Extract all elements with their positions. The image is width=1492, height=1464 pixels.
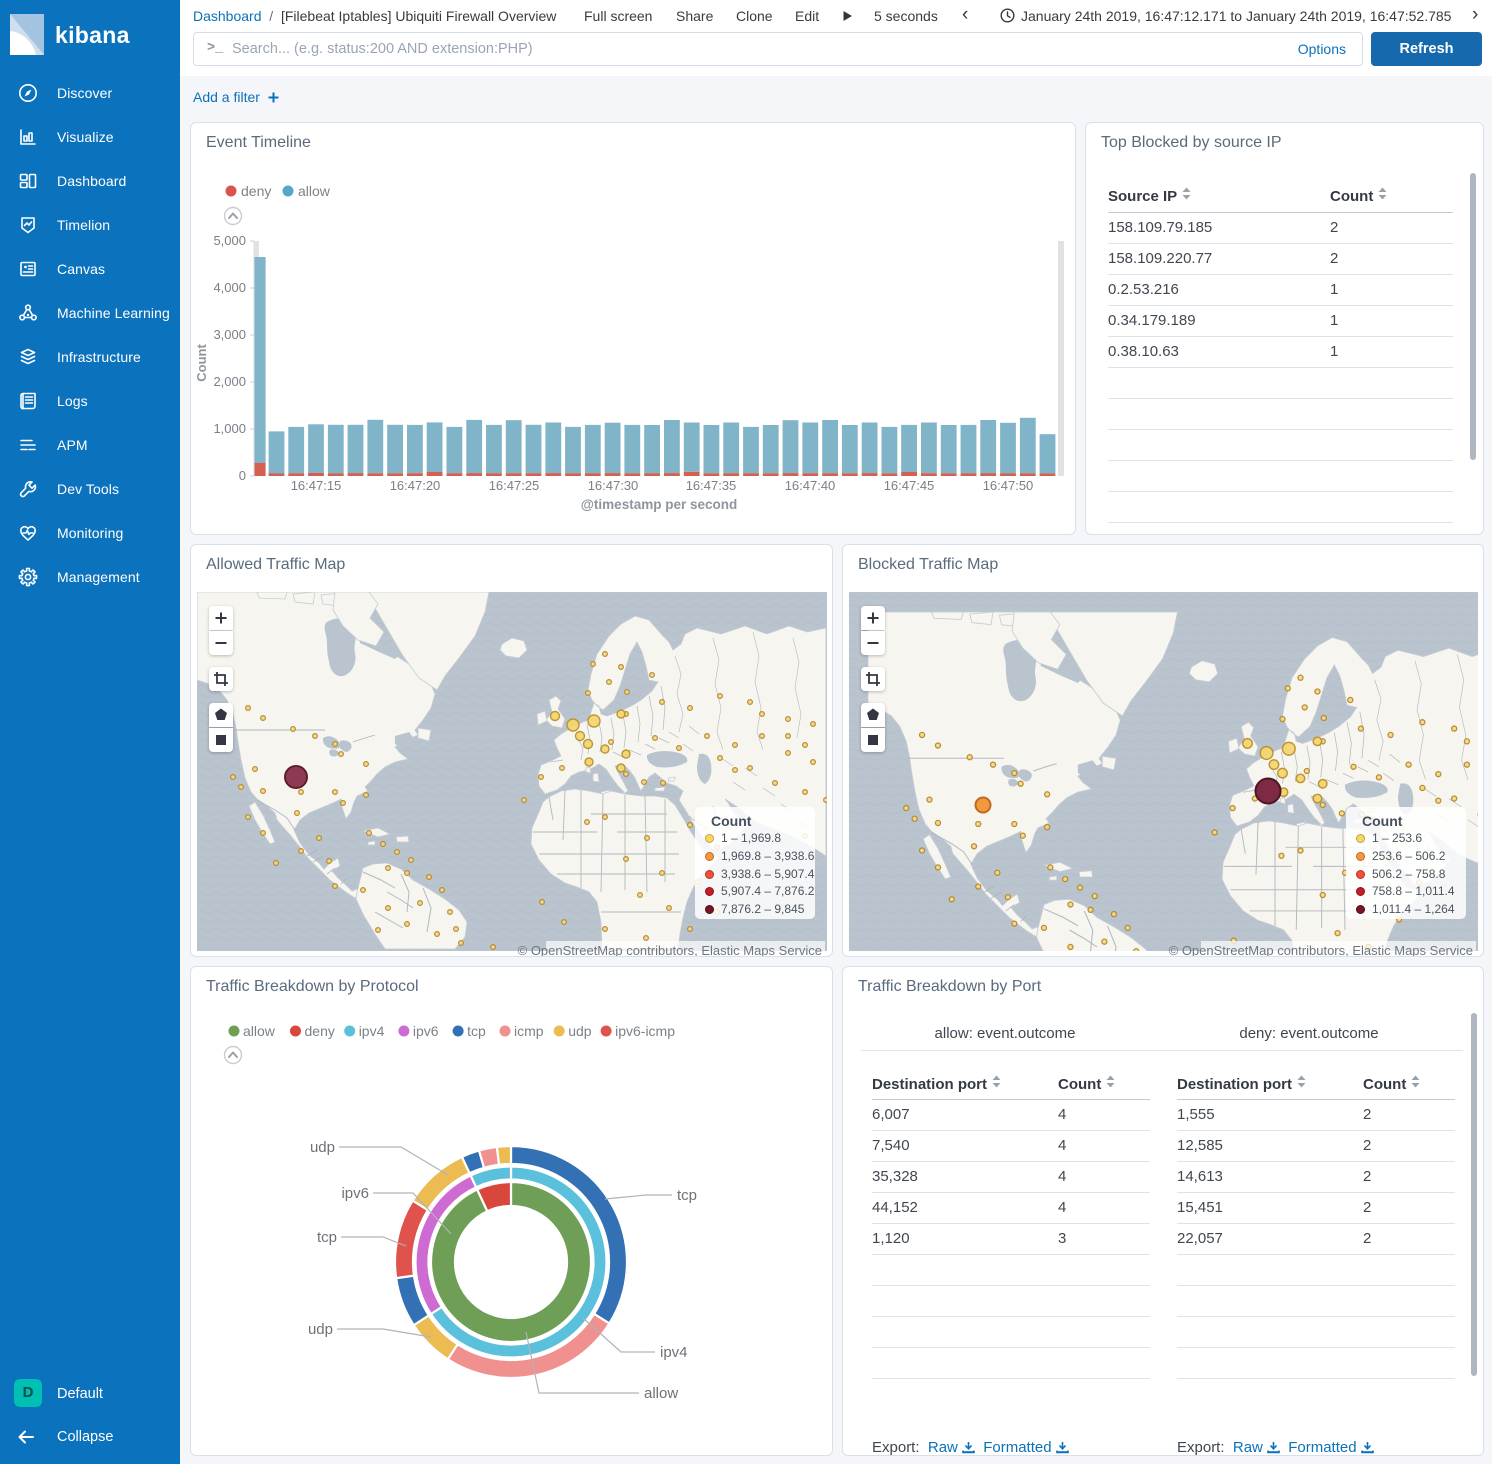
svg-text:allow: allow [243,1023,276,1039]
svg-text:tcp: tcp [677,1187,697,1204]
svg-text:tcp: tcp [317,1229,337,1246]
svg-text:udp: udp [310,1139,335,1156]
svg-text:3,000: 3,000 [213,327,246,342]
svg-text:Count: Count [194,344,209,382]
svg-text:16:47:20: 16:47:20 [390,478,441,493]
svg-text:5,000: 5,000 [213,233,246,248]
svg-text:1,000: 1,000 [213,421,246,436]
svg-text:ipv6-icmp: ipv6-icmp [615,1023,675,1039]
svg-text:udp: udp [568,1023,592,1039]
svg-text:16:47:40: 16:47:40 [785,478,836,493]
svg-text:udp: udp [308,1321,333,1338]
svg-text:16:47:25: 16:47:25 [489,478,540,493]
svg-text:allow: allow [644,1385,678,1402]
svg-text:4,000: 4,000 [213,280,246,295]
svg-text:ipv6: ipv6 [341,1185,369,1202]
svg-text:icmp: icmp [514,1023,544,1039]
svg-text:16:47:35: 16:47:35 [686,478,737,493]
svg-text:16:47:50: 16:47:50 [983,478,1034,493]
svg-text:@timestamp per second: @timestamp per second [581,497,737,512]
svg-text:deny: deny [241,183,271,199]
svg-text:ipv4: ipv4 [660,1344,688,1361]
svg-text:16:47:30: 16:47:30 [588,478,639,493]
svg-text:2,000: 2,000 [213,374,246,389]
svg-text:16:47:15: 16:47:15 [291,478,342,493]
svg-text:16:47:45: 16:47:45 [884,478,935,493]
svg-text:ipv4: ipv4 [359,1023,385,1039]
svg-text:deny: deny [305,1023,335,1039]
svg-text:ipv6: ipv6 [413,1023,439,1039]
svg-text:0: 0 [239,468,246,483]
svg-text:allow: allow [298,183,331,199]
svg-text:tcp: tcp [467,1023,486,1039]
